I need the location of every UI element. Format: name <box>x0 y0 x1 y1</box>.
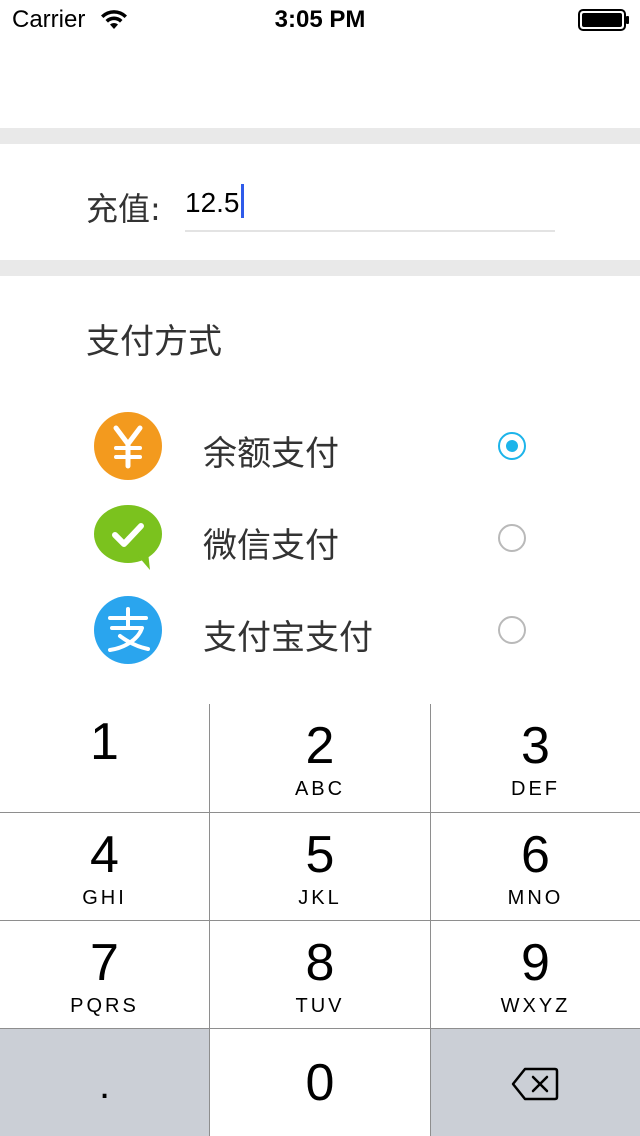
numeric-keypad: 1 2 ABC 3 DEF 4 GHI 5 JKL 6 MNO 7 PQRS 8… <box>0 704 640 1136</box>
payment-option-label: 支付宝支付 <box>203 618 373 658</box>
key-digit: 8 <box>305 934 335 992</box>
key-1[interactable]: 1 <box>0 704 209 812</box>
key-9[interactable]: 9 WXYZ <box>431 921 640 1028</box>
key-6[interactable]: 6 MNO <box>431 813 640 920</box>
yuan-icon <box>94 412 162 480</box>
keypad-divider <box>430 704 431 1136</box>
payment-method-title: 支付方式 <box>86 322 222 362</box>
key-letters: PQRS <box>70 995 139 1017</box>
key-digit: 9 <box>521 934 550 992</box>
payment-option-balance[interactable]: 余额支付 <box>0 406 640 486</box>
key-5[interactable]: 5 JKL <box>210 813 430 920</box>
payment-option-alipay[interactable]: 支付宝支付 <box>0 590 640 670</box>
key-digit: 3 <box>521 717 550 775</box>
key-digit: 2 <box>305 717 335 775</box>
key-digit: 1 <box>90 713 119 771</box>
key-0[interactable]: 0 <box>210 1029 430 1136</box>
key-digit: . <box>98 1063 111 1107</box>
section-separator <box>0 128 640 144</box>
backspace-key[interactable] <box>431 1029 640 1136</box>
text-caret <box>240 184 244 218</box>
key-digit: 7 <box>90 934 119 992</box>
backspace-icon <box>511 1067 559 1101</box>
key-digit: 4 <box>90 826 119 884</box>
key-digit: 6 <box>521 826 550 884</box>
payment-option-label: 微信支付 <box>203 526 339 566</box>
keypad-divider <box>0 1028 640 1029</box>
key-letters: GHI <box>82 887 127 909</box>
payment-option-wechat[interactable]: 微信支付 <box>0 498 640 578</box>
key-decimal-point[interactable]: . <box>0 1029 209 1136</box>
alipay-icon <box>94 596 162 664</box>
radio-button[interactable] <box>498 616 526 644</box>
key-digit: 0 <box>305 1054 335 1112</box>
keypad-divider <box>0 920 640 921</box>
payment-option-label: 余额支付 <box>203 434 339 474</box>
key-letters: ABC <box>294 778 346 800</box>
status-time: 3:05 PM <box>274 6 366 33</box>
recharge-label: 充值: <box>86 190 161 228</box>
keypad-divider <box>209 704 210 1136</box>
wechat-icon <box>94 505 162 570</box>
recharge-amount-input[interactable]: 12.5 <box>185 180 555 232</box>
key-letters: WXYZ <box>500 995 571 1017</box>
key-8[interactable]: 8 TUV <box>210 921 430 1028</box>
keypad-divider <box>0 812 640 813</box>
key-letters: DEF <box>511 778 560 800</box>
section-separator <box>0 260 640 276</box>
key-4[interactable]: 4 GHI <box>0 813 209 920</box>
battery-icon <box>578 9 629 31</box>
radio-button-selected[interactable] <box>498 432 526 460</box>
status-bar: Carrier 3:05 PM <box>0 0 640 40</box>
key-2[interactable]: 2 ABC <box>210 704 430 812</box>
key-letters: MNO <box>507 887 564 909</box>
recharge-amount-value: 12.5 <box>185 184 244 219</box>
key-letters: TUV <box>295 995 345 1017</box>
radio-button[interactable] <box>498 524 526 552</box>
key-digit: 5 <box>305 826 335 884</box>
key-3[interactable]: 3 DEF <box>431 704 640 812</box>
key-7[interactable]: 7 PQRS <box>0 921 209 1028</box>
key-letters: JKL <box>298 887 342 909</box>
